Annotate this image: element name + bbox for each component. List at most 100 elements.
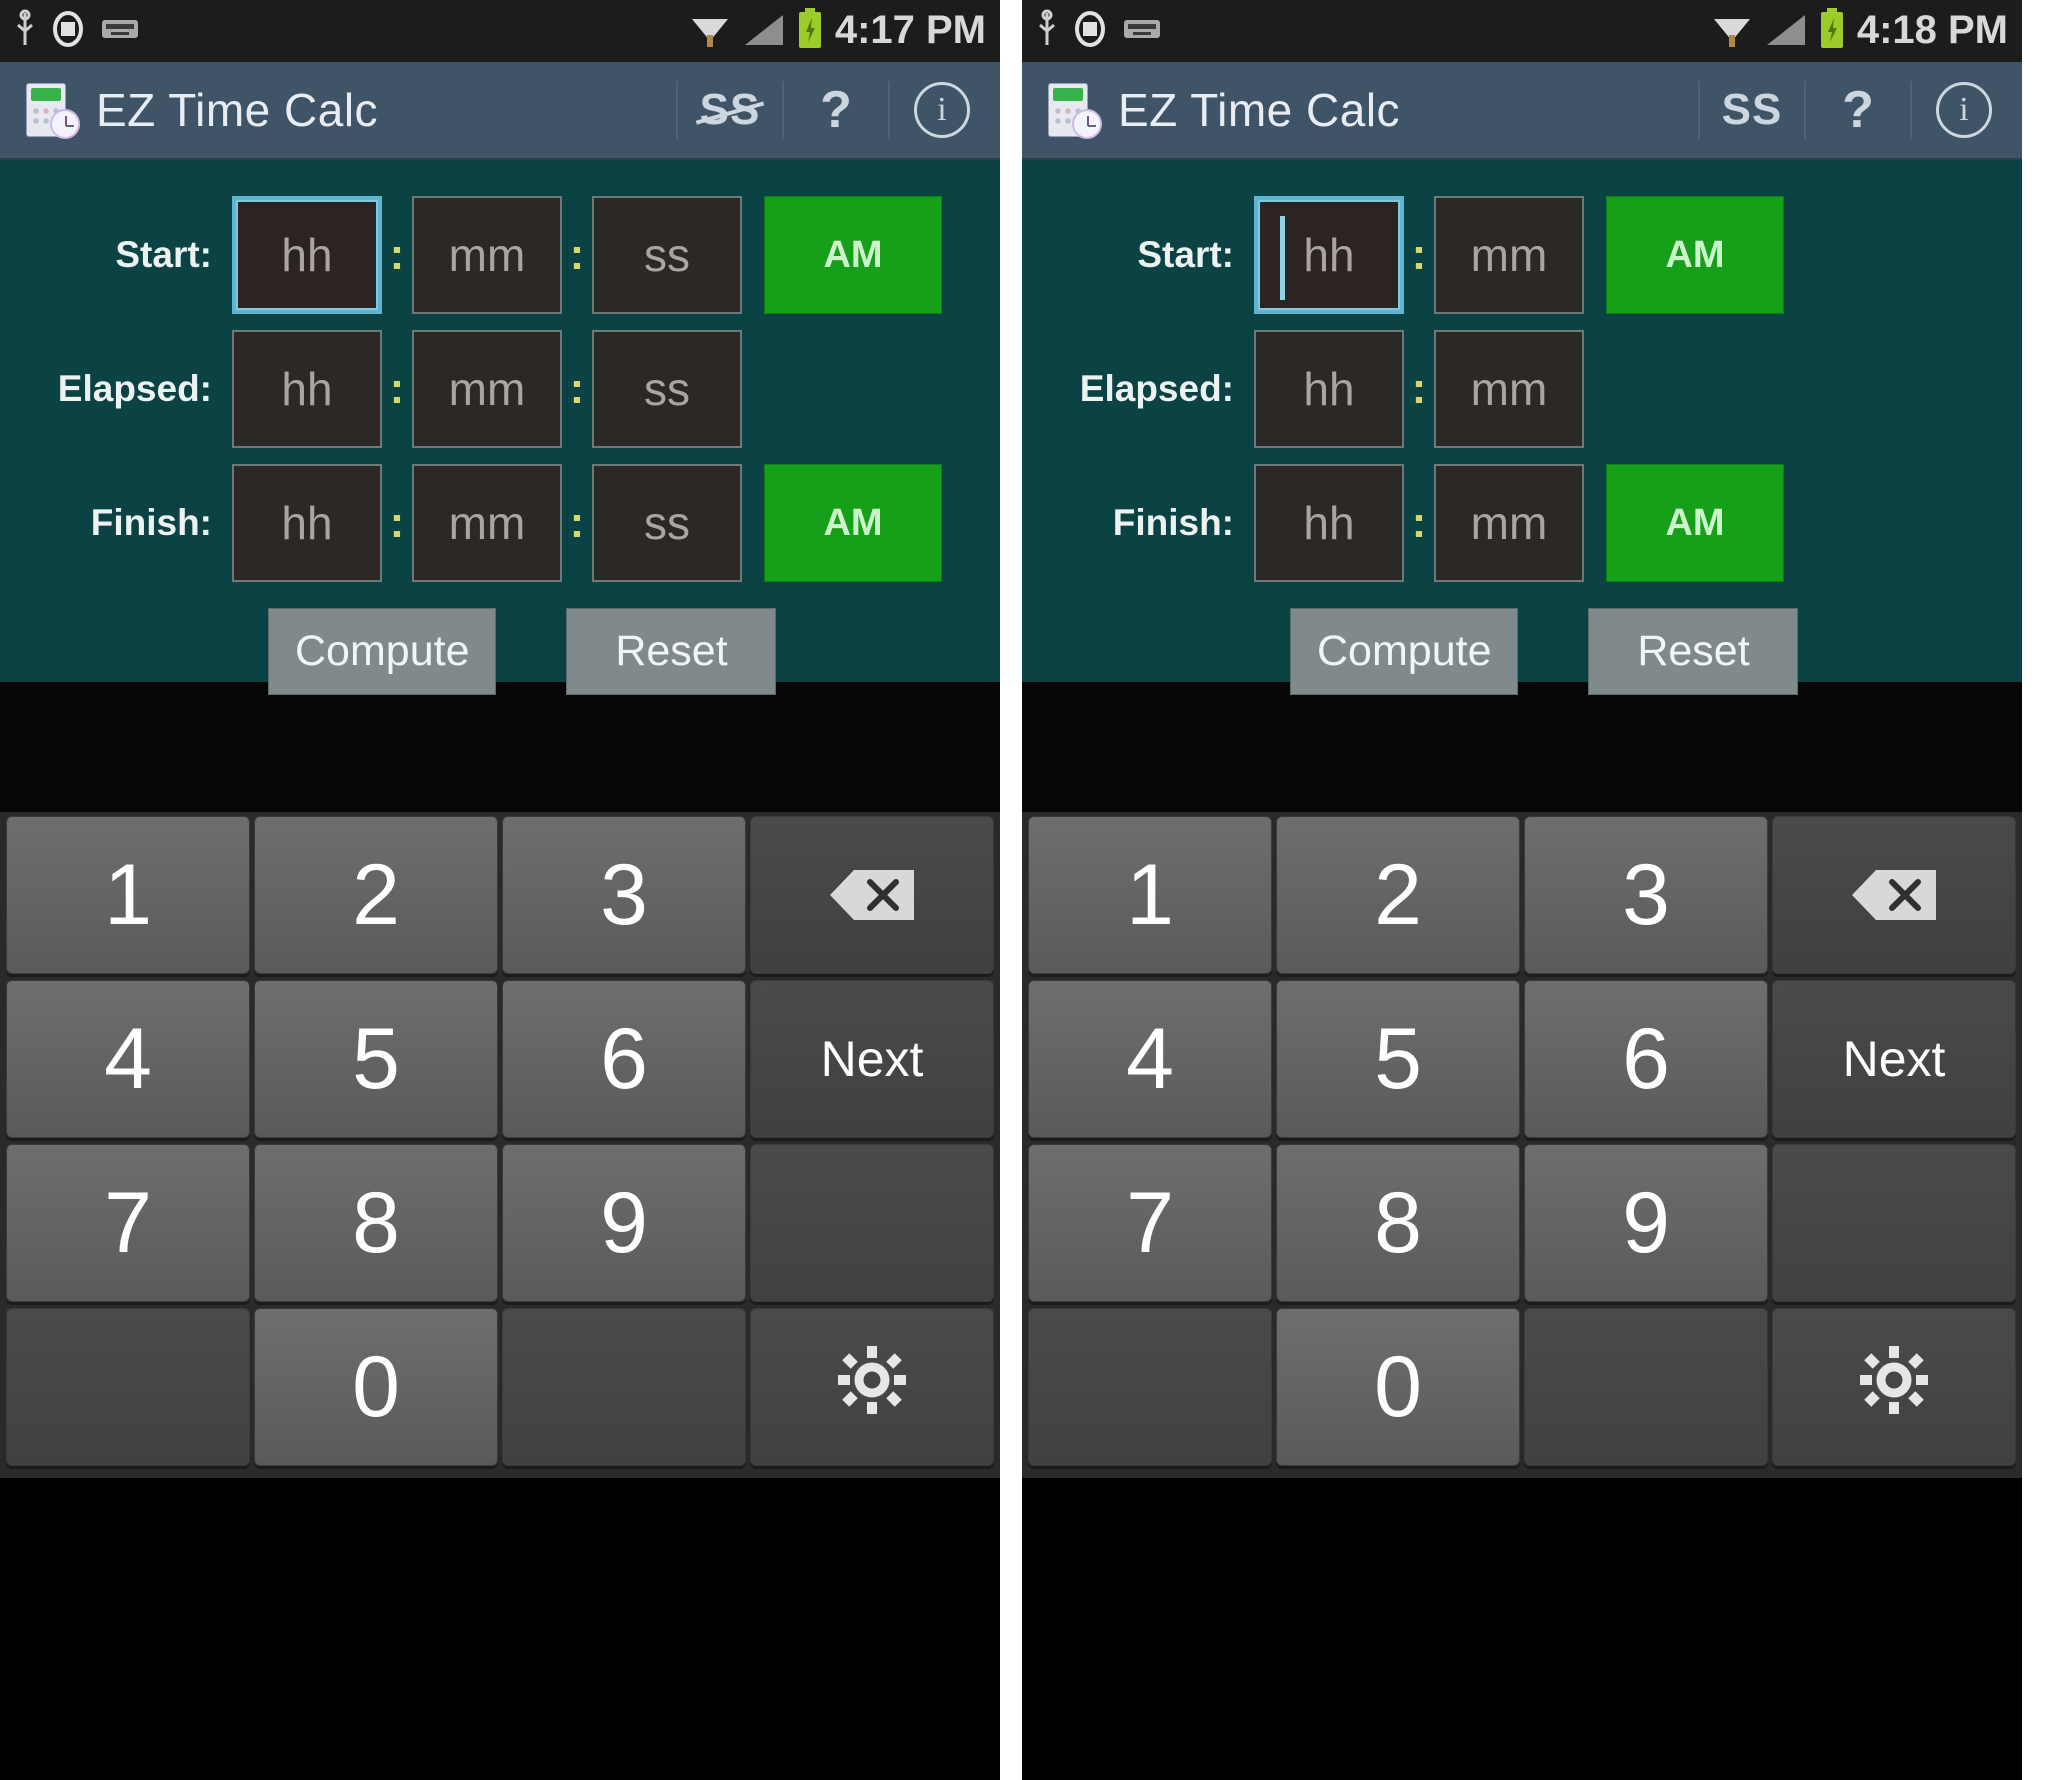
input-elapsed-hh[interactable]: hh bbox=[232, 330, 382, 448]
key-8[interactable]: 8 bbox=[1276, 1144, 1520, 1302]
key-1[interactable]: 1 bbox=[6, 816, 250, 974]
key-backspace[interactable] bbox=[750, 816, 994, 974]
seconds-toggle-button[interactable]: SS bbox=[1704, 61, 1800, 159]
key-label: 8 bbox=[352, 1174, 400, 1271]
backspace-icon bbox=[1846, 864, 1942, 926]
key-5[interactable]: 5 bbox=[1276, 980, 1520, 1138]
key-backspace[interactable] bbox=[1772, 816, 2016, 974]
seconds-toggle-button[interactable]: SS bbox=[682, 61, 778, 159]
key-label: 1 bbox=[104, 846, 152, 943]
status-bar-clock: 4:18 PM bbox=[1856, 7, 2008, 52]
action-bar-divider bbox=[1698, 81, 1700, 139]
keypad-row: 4 5 6 Next bbox=[2, 980, 998, 1138]
usb-debug-icon bbox=[1036, 9, 1058, 54]
info-button[interactable]: i bbox=[1916, 61, 2012, 159]
input-start-hh[interactable]: hh bbox=[1254, 196, 1404, 314]
action-bar-divider bbox=[1804, 81, 1806, 139]
key-next[interactable]: Next bbox=[1772, 980, 2016, 1138]
key-next[interactable]: Next bbox=[750, 980, 994, 1138]
alarm-icon bbox=[50, 9, 86, 54]
key-settings[interactable] bbox=[1772, 1308, 2016, 1466]
key-label: 5 bbox=[352, 1010, 400, 1107]
form-row-elapsed: Elapsed: hh: mm bbox=[1022, 322, 2022, 456]
question-mark-icon: ? bbox=[1842, 81, 1874, 139]
input-start-ss[interactable]: ss bbox=[592, 196, 742, 314]
info-icon: i bbox=[1936, 82, 1992, 138]
input-elapsed-hh[interactable]: hh bbox=[1254, 330, 1404, 448]
form-action-buttons: Compute Reset bbox=[0, 608, 1000, 695]
placeholder-text: ss bbox=[644, 497, 690, 549]
placeholder-text: hh bbox=[281, 229, 333, 281]
placeholder-text: ss bbox=[644, 229, 690, 281]
seconds-toggle-label: SS bbox=[699, 85, 761, 134]
key-label: 5 bbox=[1374, 1010, 1422, 1107]
help-button[interactable]: ? bbox=[1810, 61, 1906, 159]
placeholder-text: hh bbox=[281, 363, 333, 415]
key-4[interactable]: 4 bbox=[6, 980, 250, 1138]
info-icon: i bbox=[914, 82, 970, 138]
time-separator: : bbox=[1411, 230, 1427, 280]
key-label: Next bbox=[820, 1031, 924, 1087]
app-title: EZ Time Calc bbox=[1118, 84, 1401, 136]
compute-button[interactable]: Compute bbox=[1290, 608, 1519, 695]
key-5[interactable]: 5 bbox=[254, 980, 498, 1138]
status-bar: 4:17 PM bbox=[0, 0, 1000, 62]
input-start-hh[interactable]: hh bbox=[232, 196, 382, 314]
key-9[interactable]: 9 bbox=[502, 1144, 746, 1302]
signal-icon bbox=[1765, 9, 1807, 54]
key-8[interactable]: 8 bbox=[254, 1144, 498, 1302]
key-3[interactable]: 3 bbox=[502, 816, 746, 974]
input-finish-hh[interactable]: hh bbox=[1254, 464, 1404, 582]
input-start-mm[interactable]: mm bbox=[412, 196, 562, 314]
key-0[interactable]: 0 bbox=[1276, 1308, 1520, 1466]
input-finish-mm[interactable]: mm bbox=[1434, 464, 1584, 582]
input-elapsed-mm[interactable]: mm bbox=[1434, 330, 1584, 448]
key-9[interactable]: 9 bbox=[1524, 1144, 1768, 1302]
row-label-elapsed: Elapsed: bbox=[1079, 368, 1234, 409]
numeric-keypad: 1 2 3 4 5 6 Next 7 8 9 0 bbox=[1022, 812, 2022, 1478]
key-6[interactable]: 6 bbox=[502, 980, 746, 1138]
info-button[interactable]: i bbox=[894, 61, 990, 159]
reset-button[interactable]: Reset bbox=[1588, 608, 1799, 695]
key-label: 2 bbox=[1374, 846, 1422, 943]
key-1[interactable]: 1 bbox=[1028, 816, 1272, 974]
key-3[interactable]: 3 bbox=[1524, 816, 1768, 974]
key-0[interactable]: 0 bbox=[254, 1308, 498, 1466]
form-row-finish: Finish: hh: mm AM bbox=[1022, 456, 2022, 590]
help-button[interactable]: ? bbox=[788, 61, 884, 159]
key-4[interactable]: 4 bbox=[1028, 980, 1272, 1138]
ampm-toggle-start[interactable]: AM bbox=[1606, 196, 1784, 314]
key-2[interactable]: 2 bbox=[1276, 816, 1520, 974]
key-blank bbox=[502, 1308, 746, 1466]
placeholder-text: mm bbox=[448, 497, 526, 549]
input-elapsed-ss[interactable]: ss bbox=[592, 330, 742, 448]
screenshot-root: 4:17 PM EZ Time Calc SS? i Start: hh: mm: ss AM E… bbox=[0, 0, 2048, 1780]
status-bar-clock: 4:17 PM bbox=[834, 7, 986, 52]
key-label: 3 bbox=[1622, 846, 1670, 943]
input-elapsed-mm[interactable]: mm bbox=[412, 330, 562, 448]
input-start-mm[interactable]: mm bbox=[1434, 196, 1584, 314]
row-label-finish: Finish: bbox=[1112, 502, 1234, 543]
row-label-start: Start: bbox=[1137, 234, 1234, 275]
ampm-toggle-finish[interactable]: AM bbox=[764, 464, 942, 582]
key-label: 4 bbox=[1126, 1010, 1174, 1107]
keypad-row: 4 5 6 Next bbox=[1024, 980, 2020, 1138]
key-7[interactable]: 7 bbox=[1028, 1144, 1272, 1302]
ampm-toggle-finish[interactable]: AM bbox=[1606, 464, 1784, 582]
key-7[interactable]: 7 bbox=[6, 1144, 250, 1302]
key-settings[interactable] bbox=[750, 1308, 994, 1466]
input-finish-hh[interactable]: hh bbox=[232, 464, 382, 582]
reset-button[interactable]: Reset bbox=[566, 608, 777, 695]
compute-button[interactable]: Compute bbox=[268, 608, 497, 695]
input-finish-mm[interactable]: mm bbox=[412, 464, 562, 582]
input-finish-ss[interactable]: ss bbox=[592, 464, 742, 582]
placeholder-text: hh bbox=[1303, 229, 1355, 281]
row-label-start: Start: bbox=[115, 234, 212, 275]
keypad-row: 1 2 3 bbox=[1024, 816, 2020, 974]
key-6[interactable]: 6 bbox=[1524, 980, 1768, 1138]
action-bar: EZ Time Calc SS? i bbox=[0, 62, 1000, 160]
key-label: 1 bbox=[1126, 846, 1174, 943]
key-label: 9 bbox=[1622, 1174, 1670, 1271]
key-2[interactable]: 2 bbox=[254, 816, 498, 974]
ampm-toggle-start[interactable]: AM bbox=[764, 196, 942, 314]
